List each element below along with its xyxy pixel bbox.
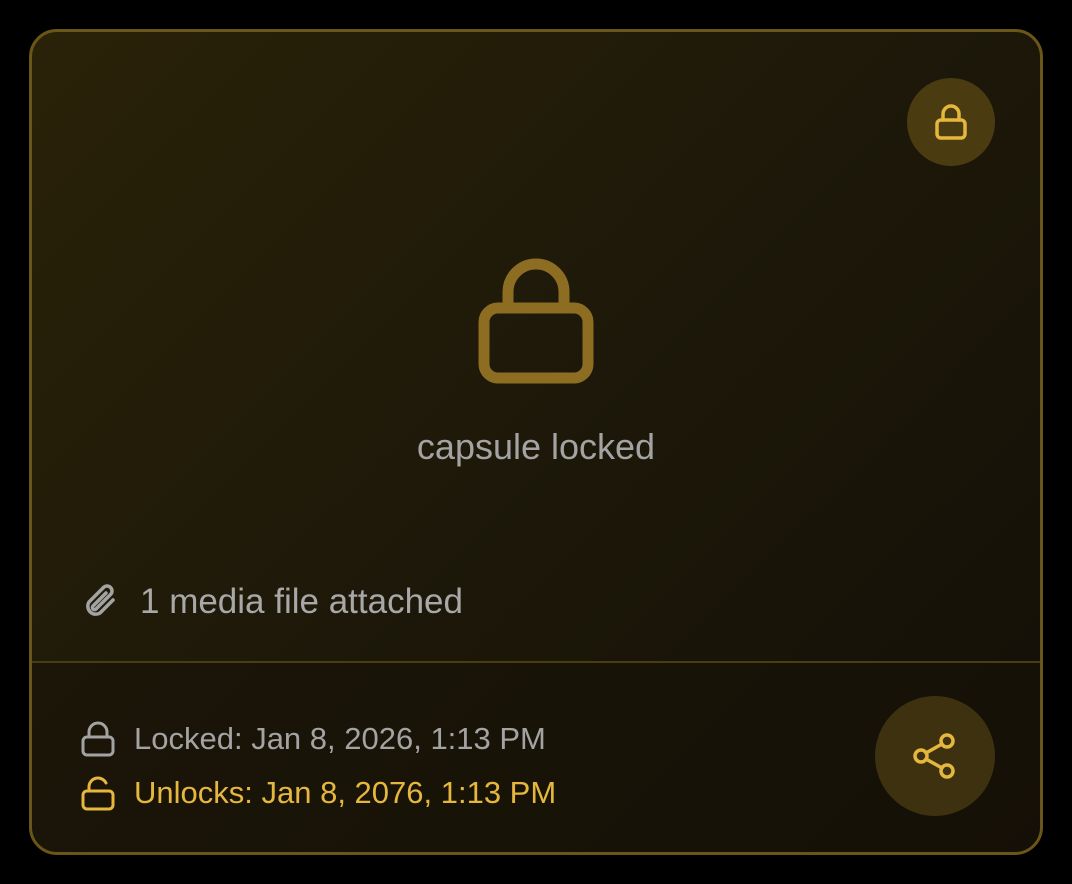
capsule-status-text: capsule locked bbox=[416, 426, 656, 467]
unlock-icon bbox=[81, 776, 115, 811]
lock-icon bbox=[935, 104, 967, 140]
locked-date-text: Locked: Jan 8, 2026, 1:13 PM bbox=[134, 721, 546, 756]
share-button[interactable] bbox=[875, 696, 995, 816]
lock-icon bbox=[81, 721, 115, 757]
share-icon bbox=[913, 733, 955, 779]
paperclip-icon bbox=[86, 584, 115, 616]
media-attachment-info: 1 media file attached bbox=[80, 580, 463, 624]
capsule-card[interactable]: capsule locked 1 media file attached Loc… bbox=[29, 29, 1043, 855]
lock-status-badge bbox=[907, 78, 995, 166]
unlocks-date-row: Unlocks: Jan 8, 2076, 1:13 PM bbox=[80, 773, 556, 813]
large-lock-icon bbox=[476, 258, 596, 384]
media-count-text: 1 media file attached bbox=[140, 582, 463, 621]
locked-date-row: Locked: Jan 8, 2026, 1:13 PM bbox=[80, 719, 546, 759]
unlocks-date-text: Unlocks: Jan 8, 2076, 1:13 PM bbox=[134, 775, 557, 810]
